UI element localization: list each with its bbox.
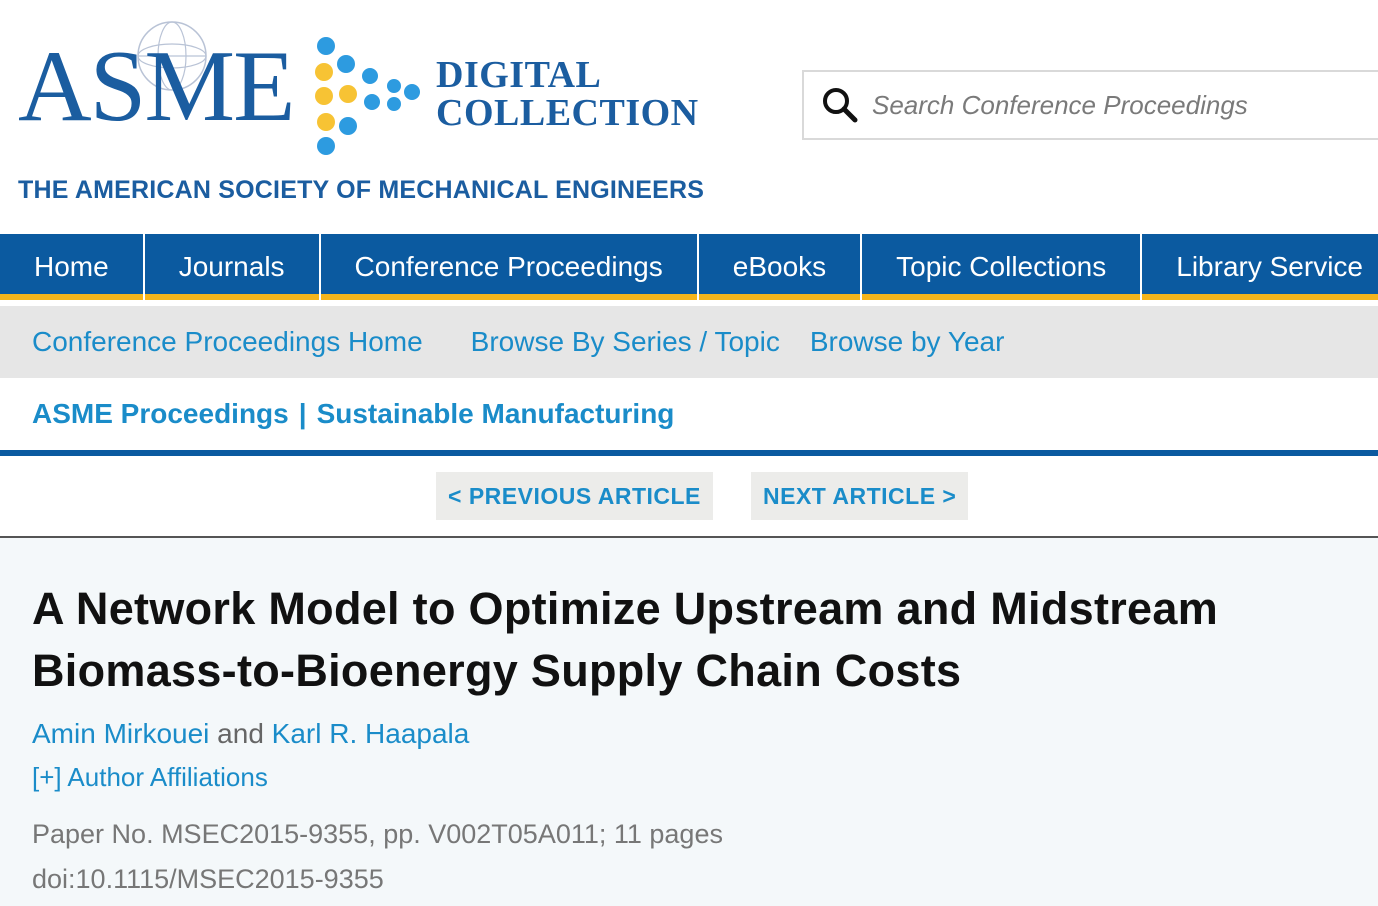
author-link[interactable]: Amin Mirkouei [32,718,209,749]
subnav-browse-by-year[interactable]: Browse by Year [810,326,1005,358]
main-nav: Home Journals Conference Proceedings eBo… [0,234,1378,300]
nav-library-service[interactable]: Library Service [1142,234,1378,300]
sustainable-manufacturing-link[interactable]: Sustainable Manufacturing [317,398,675,430]
logo-line-digital: DIGITAL [436,54,602,96]
subnav-browse-series-topic[interactable]: Browse By Series / Topic [471,326,780,358]
sub-nav: Conference Proceedings Home Browse By Se… [0,306,1378,378]
nav-journals[interactable]: Journals [145,234,321,300]
asme-proceedings-link[interactable]: ASME Proceedings [32,398,289,430]
article-navigation: < PREVIOUS ARTICLE NEXT ARTICLE > [0,456,1378,538]
nav-ebooks[interactable]: eBooks [699,234,863,300]
author-joiner: and [217,718,264,749]
proceedings-breadcrumb: ASME Proceedings | Sustainable Manufactu… [0,378,1378,456]
logo-dots-icon [315,37,420,155]
paper-number: Paper No. MSEC2015-9355, pp. V002T05A011… [32,819,723,849]
search-box[interactable] [802,70,1378,140]
breadcrumb-separator: | [298,398,307,429]
author-affiliations-toggle[interactable]: [+] Author Affiliations [32,762,1378,793]
doi: doi:10.1115/MSEC2015-9355 [32,864,384,894]
nav-conference-proceedings[interactable]: Conference Proceedings [321,234,699,300]
author-list: Amin Mirkouei and Karl R. Haapala [32,718,1378,750]
logo-line-collection: COLLECTION [436,92,699,134]
article-info: A Network Model to Optimize Upstream and… [0,538,1378,906]
article-title-line2: Biomass-to-Bioenergy Supply Chain Costs [32,645,962,696]
author-link[interactable]: Karl R. Haapala [272,718,470,749]
search-icon[interactable] [820,85,860,125]
nav-home[interactable]: Home [0,234,145,300]
nav-topic-collections[interactable]: Topic Collections [862,234,1143,300]
previous-article-button[interactable]: < PREVIOUS ARTICLE [436,472,713,520]
logo-society-name: THE AMERICAN SOCIETY OF MECHANICAL ENGIN… [18,176,705,204]
article-title-line1: A Network Model to Optimize Upstream and… [32,583,1219,634]
logo-wordmark: ASME [18,30,295,143]
subnav-proceedings-home[interactable]: Conference Proceedings Home [32,326,423,358]
logo-digital-collection: DIGITAL COLLECTION [436,56,699,132]
site-header: ASME DIGITAL COLLECTION THE AMERICAN SOC… [0,0,1378,234]
search-input[interactable] [872,89,1352,121]
asme-digital-collection-logo[interactable]: ASME DIGITAL COLLECTION THE AMERICAN SOC… [14,14,714,214]
next-article-button[interactable]: NEXT ARTICLE > [751,472,969,520]
article-title: A Network Model to Optimize Upstream and… [32,578,1332,702]
